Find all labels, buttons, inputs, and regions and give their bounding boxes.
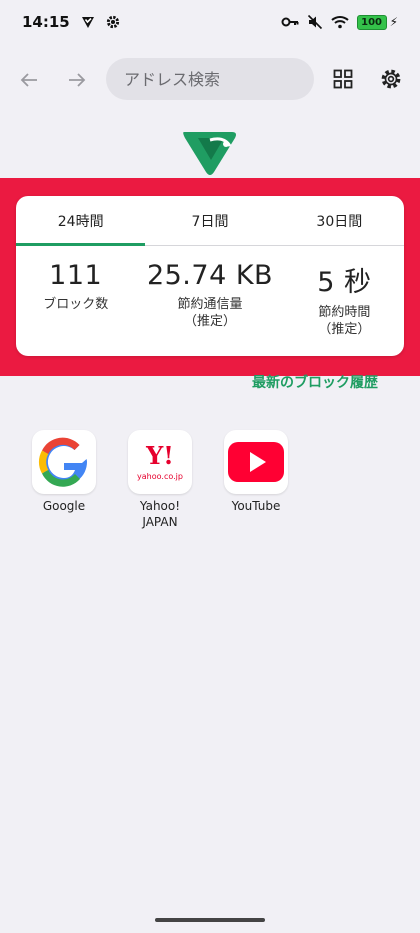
yahoo-icon: Y! yahoo.co.jp xyxy=(128,430,192,494)
home-indicator[interactable] xyxy=(155,918,265,922)
yahoo-logo-subtext: yahoo.co.jp xyxy=(137,471,183,481)
stats-row: 111 ブロック数 25.74 KB 節約通信量 （推定） 5 秒 節約時間 （… xyxy=(16,246,404,356)
address-bar[interactable] xyxy=(106,58,314,100)
recent-block-history-link[interactable]: 最新のブロック履歴 xyxy=(252,372,378,392)
shortcut-label: YouTube xyxy=(231,499,281,513)
back-button[interactable] xyxy=(13,64,45,96)
stat-label: 節約時間 （推定） xyxy=(318,305,371,337)
stat-label: ブロック数 xyxy=(43,297,109,312)
shield-check-icon xyxy=(80,14,96,30)
gear-icon xyxy=(106,15,120,29)
shortcut-yahoo[interactable]: Y! yahoo.co.jp Yahoo! JAPAN xyxy=(128,430,192,530)
charging-icon: ⚡ xyxy=(389,15,398,29)
wifi-icon xyxy=(330,15,349,29)
stat-data-saved: 25.74 KB 節約通信量 （推定） xyxy=(135,246,284,356)
period-tabs: 24時間 7日間 30日間 xyxy=(16,196,404,246)
stat-time-saved: 5 秒 節約時間 （推定） xyxy=(285,246,404,356)
youtube-icon xyxy=(224,430,288,494)
tab-7d[interactable]: 7日間 xyxy=(145,196,274,245)
yahoo-logo-text: Y! xyxy=(146,440,174,470)
settings-icon xyxy=(381,69,401,89)
google-icon xyxy=(32,430,96,494)
key-icon xyxy=(281,16,299,28)
back-arrow-icon xyxy=(20,73,37,87)
block-stats-card: 24時間 7日間 30日間 111 ブロック数 25.74 KB 節約通信量 （… xyxy=(16,196,404,356)
forward-arrow-icon xyxy=(69,73,86,87)
settings-button[interactable] xyxy=(376,64,406,94)
stat-value: 111 xyxy=(49,260,103,291)
address-search-input[interactable] xyxy=(124,69,294,89)
browser-toolbar xyxy=(0,56,420,102)
app-logo-icon xyxy=(180,126,240,178)
stat-value: 25.74 KB xyxy=(146,260,274,291)
grid-icon xyxy=(333,69,353,89)
battery-icon: 100 xyxy=(356,14,387,30)
stat-label: 節約通信量 （推定） xyxy=(177,297,243,329)
tabs-grid-button[interactable] xyxy=(328,64,358,94)
tab-24h[interactable]: 24時間 xyxy=(16,196,146,246)
status-time: 14:15 xyxy=(22,13,70,31)
tab-30d[interactable]: 30日間 xyxy=(275,196,404,245)
shortcut-youtube[interactable]: YouTube xyxy=(224,430,288,530)
shortcut-grid: Google Y! yahoo.co.jp Yahoo! JAPAN YouTu… xyxy=(32,430,288,530)
status-left: 14:15 xyxy=(22,13,120,31)
stat-block-count: 111 ブロック数 xyxy=(16,246,135,356)
forward-button[interactable] xyxy=(61,64,93,96)
mute-icon xyxy=(307,14,323,30)
shortcut-label: Google xyxy=(42,499,86,513)
shortcut-google[interactable]: Google xyxy=(32,430,96,530)
status-bar: 14:15 100 ⚡ xyxy=(0,0,420,44)
stat-value: 5 秒 xyxy=(317,267,372,298)
status-right: 100 ⚡ xyxy=(281,14,398,30)
shortcut-label: Yahoo! JAPAN xyxy=(139,499,181,530)
